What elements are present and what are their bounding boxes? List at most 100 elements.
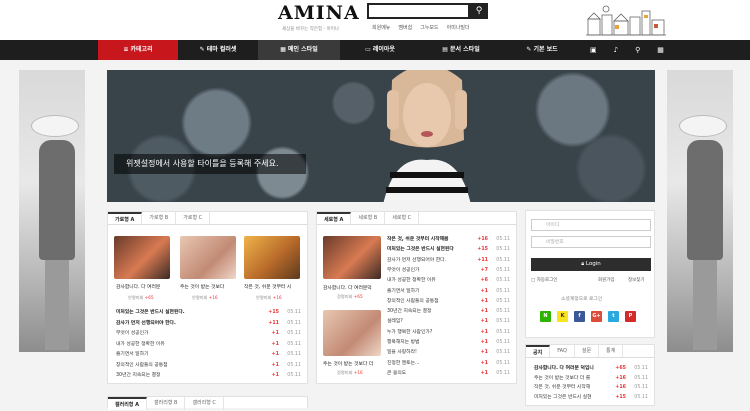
tab-gallery-c[interactable]: 갤러리형 C [185, 397, 224, 410]
right-side-banner[interactable] [667, 70, 733, 352]
card-title[interactable]: 감사합니다. 다 여러분덕 [323, 284, 372, 291]
list-item-date: 05.11 [496, 360, 510, 366]
card-meta: 정명미회 +65 [337, 294, 363, 299]
tab-survey[interactable]: 설문 [575, 345, 600, 357]
tab-horizontal-b[interactable]: 가로형 B [142, 212, 177, 224]
list-item-date: 05.11 [496, 278, 510, 284]
list-item[interactable]: 무엇이 성공인가 +7 05.11 [387, 267, 510, 275]
bell-icon[interactable]: ♪ [614, 40, 618, 60]
list-item-count: +65 [615, 366, 626, 371]
list-item[interactable]: 내가 성공한 정확한 이유 +1 05.11 [116, 341, 301, 349]
card-title[interactable]: 작은 것, 쉬운 것부터 시 [244, 283, 291, 290]
card-thumbnail[interactable] [114, 236, 170, 279]
list-item[interactable]: 내가 성공한 정확한 이유 +6 05.11 [387, 277, 510, 285]
card-thumbnail[interactable] [323, 236, 381, 279]
card-thumbnail[interactable] [180, 236, 236, 279]
list-item[interactable]: 창의적인 사람들의 공통점 +1 05.11 [387, 298, 510, 306]
tab-notice[interactable]: 공지 [526, 345, 551, 357]
tab-vertical-b[interactable]: 세로형 B [351, 212, 386, 224]
card-title[interactable]: 감사합니다. 다 여러분 [116, 283, 160, 290]
list-item[interactable]: 미처있는 그것은 반드시 실현된다 +15 05.11 [387, 246, 510, 254]
list-item[interactable]: 작은 것, 쉬운 것부터 시작해 +16 05.11 [534, 384, 648, 392]
list-item[interactable]: 즐기면서 일하기 +1 05.11 [387, 288, 510, 296]
password-field[interactable]: 비밀번호 [531, 236, 651, 248]
left-side-banner[interactable] [19, 70, 85, 352]
search-icon[interactable]: ⚲ [635, 40, 640, 60]
tab-horizontal-c[interactable]: 가로형 C [176, 212, 211, 224]
remember-checkbox[interactable]: □ 자동로그인 [531, 277, 557, 283]
list-item[interactable]: 30년간 지속되는 결정 +1 05.11 [387, 308, 510, 316]
tab-vertical-a[interactable]: 세로형 A [317, 212, 352, 224]
card-meta: 안명미회 +16 [192, 295, 218, 300]
list-item[interactable]: 미처있는 그것은 반드시 실현 +15 05.11 [534, 394, 648, 402]
list-item-title: 일을 사랑하라! [387, 350, 417, 356]
nav-item-theme-color[interactable]: ✎ 테마 컬러셋 [178, 40, 258, 60]
list-item-date: 05.11 [496, 370, 510, 376]
top-link[interactable]: 아미나빌더 [447, 24, 470, 31]
apps-icon[interactable]: ▦ [657, 40, 664, 60]
google-plus-icon[interactable]: G+ [591, 311, 602, 322]
login-widget: 아이디 비밀번호 🔒︎ Login □ 자동로그인 회원가입 정보찾기 소셜계정… [525, 210, 655, 338]
list-item-title: 감사합니다. 다 여러분 덕입니 [534, 366, 594, 371]
list-item[interactable]: 감사합니다. 다 여러분 덕입니 +65 05.11 [534, 365, 648, 373]
list-item-title: 감사가 먼저 선행되어야 한다. [116, 320, 176, 326]
list-item[interactable]: 30년간 지속되는 결정 +1 05.11 [116, 372, 301, 380]
tab-bar: 공지 FAQ 설문 통계 [526, 345, 654, 358]
tab-faq[interactable]: FAQ [550, 345, 575, 357]
list-item[interactable]: 진정한 멘토는... +1 05.11 [387, 360, 510, 368]
nav-item-layout[interactable]: ▭ 레이아웃 [340, 40, 420, 60]
tab-vertical-c[interactable]: 세로형 C [385, 212, 420, 224]
hero-banner[interactable]: 위젯설정에서 사용할 타이틀을 등록해 주세요. [107, 70, 655, 202]
list-item[interactable]: 즐기면서 일하기 +1 05.11 [116, 351, 301, 359]
search-button[interactable]: ⚲ [470, 3, 488, 19]
login-button[interactable]: 🔒︎ Login [531, 258, 651, 271]
card-title[interactable]: 주는 것이 받는 것보다 [180, 283, 224, 290]
payco-icon[interactable]: P [625, 311, 636, 322]
top-link[interactable]: 회원메뉴 [372, 24, 390, 31]
list-item[interactable]: 작은 것, 쉬운 것부터 시작해봄 +16 05.11 [387, 236, 510, 244]
site-tagline: 세상을 바꾸는 작은힘 - 아미나 [282, 27, 340, 32]
find-info-link[interactable]: 정보찾기 [628, 277, 645, 283]
facebook-icon[interactable]: f [574, 311, 585, 322]
nav-item-category[interactable]: ≡ 카테고리 [98, 40, 178, 60]
list-item[interactable]: 큰 용의도 +1 05.11 [387, 370, 510, 378]
shopping-bag-icon[interactable]: ▣ [590, 40, 597, 60]
top-link[interactable]: 멤버쉽 [398, 24, 412, 31]
card-thumbnail[interactable] [323, 310, 381, 356]
join-link[interactable]: 회원가입 [598, 277, 615, 283]
tab-stats[interactable]: 통계 [599, 345, 624, 357]
card-title[interactable]: 주는 것이 받는 것보다 더 [323, 360, 373, 367]
naver-icon[interactable]: N [540, 311, 551, 322]
twitter-icon[interactable]: t [608, 311, 619, 322]
list-item-count: +1 [480, 329, 488, 335]
nav-item-basic-board[interactable]: ✎ 기본 보드 [502, 40, 582, 60]
list-item[interactable]: 행복해지는 방법 +1 05.11 [387, 339, 510, 347]
top-link[interactable]: 그누보드 [420, 24, 438, 31]
list-item[interactable]: 일을 사랑하라! +1 05.11 [387, 349, 510, 357]
list-item[interactable]: 감사가 먼저 선행되어야 한다. +11 05.11 [387, 257, 510, 265]
nav-item-main-style[interactable]: ▦ 메인 스타일 [258, 40, 340, 60]
list-item[interactable]: 무엇이 성공인가 +1 05.11 [116, 330, 301, 338]
search-input[interactable] [367, 3, 470, 19]
figure-shape [693, 260, 717, 350]
list-item[interactable]: 미처있는 그것은 반드시 실현된다. +15 05.11 [116, 309, 301, 317]
list-item-date: 05.11 [496, 298, 510, 304]
site-logo[interactable]: AMINA [278, 2, 360, 24]
list-item[interactable]: 설레임? +1 05.11 [387, 318, 510, 326]
tab-gallery-b[interactable]: 갤러리형 B [147, 397, 186, 410]
list-item-title: 미처있는 그것은 반드시 실현 [534, 394, 592, 400]
kakao-icon[interactable]: K [557, 311, 568, 322]
list-item-date: 05.11 [496, 288, 510, 294]
tab-horizontal-a[interactable]: 가로형 A [108, 212, 143, 224]
nav-icons: ▣ ♪ ⚲ ▦ [590, 40, 664, 60]
tab-gallery-a[interactable]: 갤러리형 A [108, 397, 148, 410]
list-item[interactable]: 창의적인 사람들의 공통점 +1 05.11 [116, 362, 301, 370]
notice-widget: 공지 FAQ 설문 통계 감사합니다. 다 여러분 덕입니 +65 05.11 주는 … [525, 344, 655, 406]
id-field[interactable]: 아이디 [531, 219, 651, 231]
list-item[interactable]: 누가 행복한 사람인가? +1 05.11 [387, 329, 510, 337]
list-item[interactable]: 감사가 먼저 선행되어야 한다. +11 05.11 [116, 320, 301, 328]
widget-horizontal: 가로형 A 가로형 B 가로형 C 감사합니다. 다 여러분 주는 것이 받는 … [107, 211, 308, 384]
list-item[interactable]: 주는 것이 받는 것보다 더 를 +16 05.11 [534, 375, 648, 383]
nav-item-doc-style[interactable]: ▤ 문서 스타일 [420, 40, 502, 60]
card-thumbnail[interactable] [244, 236, 300, 279]
